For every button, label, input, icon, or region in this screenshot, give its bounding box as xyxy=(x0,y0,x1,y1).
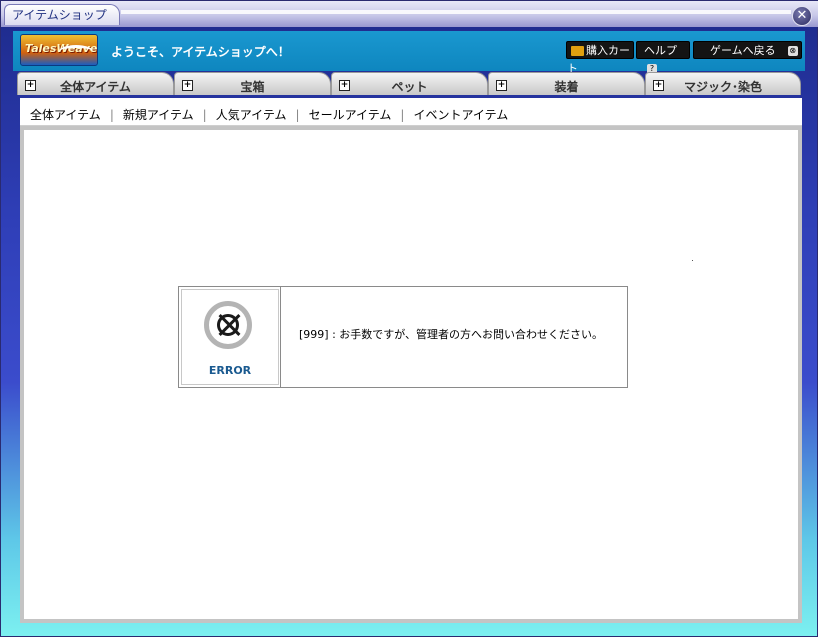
help-label: ヘルプ xyxy=(644,44,677,57)
subnav-separator: | xyxy=(400,108,405,122)
tab-label: 装着 xyxy=(554,80,579,94)
tab-magic-dye[interactable]: + マジック･染色 xyxy=(645,72,801,95)
tab-label: 宝箱 xyxy=(240,80,265,94)
subnav-separator: | xyxy=(109,108,114,122)
cart-button[interactable]: 購入カート xyxy=(566,41,634,75)
subnav-event-items[interactable]: イベントアイテム xyxy=(413,108,508,122)
stray-dot xyxy=(692,260,693,261)
game-logo[interactable]: TalesWeaver xyxy=(20,34,98,66)
back-icon: ⊗ xyxy=(787,46,798,56)
welcome-text: ようこそ、アイテムショップへ！ xyxy=(111,45,290,59)
cart-icon xyxy=(571,46,584,56)
logo-swoosh xyxy=(59,45,93,58)
tab-label: 全体アイテム xyxy=(60,80,131,94)
error-message: [999] : お手数ですが、管理者の方へお問い合わせください。 xyxy=(299,328,604,341)
title-strip xyxy=(121,10,791,14)
category-tabs: + 全体アイテム + 宝箱 + ペット + 装着 + マジック･染色 xyxy=(17,72,803,96)
subnav-separator: | xyxy=(202,108,207,122)
shop-header: TalesWeaver ようこそ、アイテムショップへ！ 購入カート ヘルプ? ゲ… xyxy=(13,31,805,75)
subnav-popular-items[interactable]: 人気アイテム xyxy=(216,108,287,122)
back-to-game-button[interactable]: ゲームへ戻る ⊗ xyxy=(693,41,802,59)
window-title: アイテムショップ xyxy=(4,4,120,25)
close-icon[interactable]: ✕ xyxy=(792,6,812,26)
content-area: ERROR [999] : お手数ですが、管理者の方へお問い合わせください。 xyxy=(24,130,798,619)
tab-label: マジック･染色 xyxy=(683,80,762,94)
tab-all-items[interactable]: + 全体アイテム xyxy=(17,72,174,95)
subnav-separator: | xyxy=(295,108,300,122)
title-bar[interactable]: アイテムショップ ✕ xyxy=(1,1,818,27)
help-button[interactable]: ヘルプ? xyxy=(636,41,690,74)
error-icon-frame: ERROR xyxy=(181,289,279,385)
error-box: ERROR [999] : お手数ですが、管理者の方へお問い合わせください。 xyxy=(178,286,628,388)
tab-treasure-box[interactable]: + 宝箱 xyxy=(174,72,331,95)
error-label: ERROR xyxy=(208,364,252,377)
back-label: ゲームへ戻る xyxy=(710,44,776,57)
subnav-all-items[interactable]: 全体アイテム xyxy=(30,108,101,122)
subnav-sale-items[interactable]: セールアイテム xyxy=(309,108,392,122)
sub-navigation: 全体アイテム | 新規アイテム | 人気アイテム | セールアイテム | イベントアイテム xyxy=(20,98,802,126)
item-shop-window: アイテムショップ ✕ TalesWeaver ようこそ、アイテムショップへ！ 購… xyxy=(0,0,818,637)
tab-pet[interactable]: + ペット xyxy=(331,72,488,95)
content-frame: ERROR [999] : お手数ですが、管理者の方へお問い合わせください。 xyxy=(20,126,802,623)
subnav-new-items[interactable]: 新規アイテム xyxy=(123,108,194,122)
error-icon xyxy=(204,301,252,349)
tab-label: ペット xyxy=(391,80,428,94)
tab-equipment[interactable]: + 装着 xyxy=(488,72,645,95)
error-icon-panel: ERROR xyxy=(179,287,281,387)
